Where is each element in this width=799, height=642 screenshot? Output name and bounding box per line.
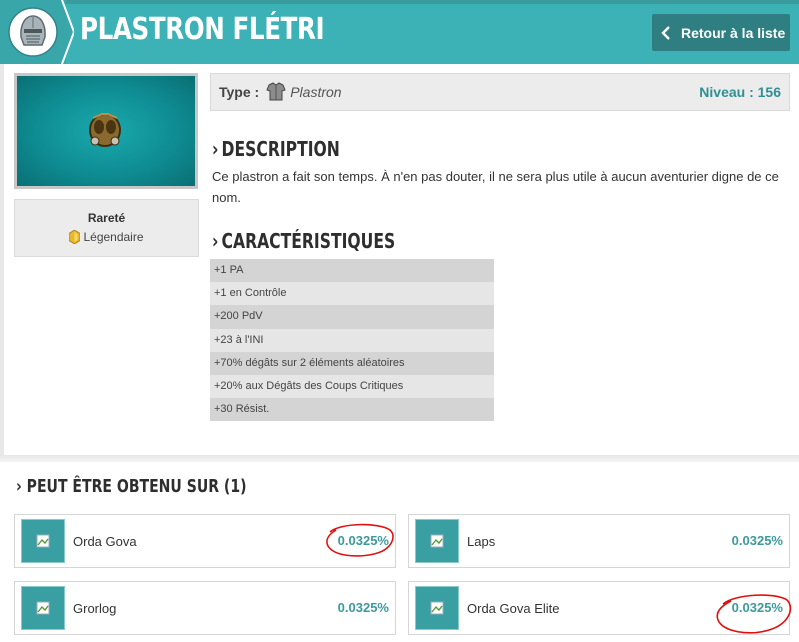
plastron-icon <box>89 113 121 147</box>
chevron-left-icon <box>661 25 670 40</box>
section-arrow-icon: › <box>212 229 219 253</box>
legendary-gem-icon <box>69 230 81 244</box>
drop-card[interactable]: Laps 0.0325% <box>408 514 790 568</box>
section-arrow-icon: › <box>212 137 219 161</box>
back-to-list-button[interactable]: Retour à la liste <box>652 14 790 51</box>
drop-rate: 0.0325% <box>337 600 389 615</box>
broken-image-icon <box>36 534 50 548</box>
type-bar: Type : Plastron Niveau : 156 <box>210 73 790 111</box>
broken-image-icon <box>36 601 50 615</box>
back-button-label: Retour à la liste <box>681 24 786 41</box>
characteristics-list: +1 PA +1 en Contrôle +200 PdV +23 à l'IN… <box>210 259 494 422</box>
drop-rate: 0.0325% <box>337 533 389 548</box>
monster-name[interactable]: Orda Gova <box>73 534 137 549</box>
item-image <box>14 73 198 189</box>
plastron-type-icon <box>266 82 286 101</box>
drop-card[interactable]: Orda Gova Elite 0.0325% <box>408 581 790 635</box>
obtain-heading-label: PEUT ÊTRE OBTENU SUR (1) <box>26 476 247 497</box>
monster-thumbnail[interactable] <box>415 586 459 630</box>
broken-image-icon <box>430 601 444 615</box>
rarity-value-label: Légendaire <box>83 230 144 244</box>
monster-thumbnail[interactable] <box>21 519 65 563</box>
header-chevron-divider <box>60 0 74 64</box>
monster-name[interactable]: Grorlog <box>73 601 116 616</box>
monster-name[interactable]: Laps <box>467 534 495 549</box>
obtain-heading: › PEUT ÊTRE OBTENU SUR (1) <box>16 476 247 497</box>
stat-row: +20% aux Dégâts des Coups Critiques <box>210 374 494 399</box>
description-heading-label: DESCRIPTION <box>221 137 340 161</box>
stat-row: +1 en Contrôle <box>210 282 494 306</box>
characteristics-heading: › CARACTÉRISTIQUES <box>212 229 395 253</box>
broken-image-icon <box>430 534 444 548</box>
monster-thumbnail[interactable] <box>21 586 65 630</box>
rarity-title: Rareté <box>87 211 126 225</box>
left-edge <box>0 64 4 456</box>
drop-card[interactable]: Orda Gova 0.0325% <box>14 514 396 568</box>
section-arrow-icon: › <box>16 476 27 497</box>
stat-row: +70% dégâts sur 2 éléments aléatoires <box>210 351 494 375</box>
stat-row: +23 à l'INI <box>210 328 494 352</box>
rarity-box: Rareté Légendaire <box>14 199 199 257</box>
stat-row: +200 PdV <box>210 305 494 329</box>
header-top-strip <box>0 0 799 4</box>
page-title: PLASTRON FLÉTRI <box>80 12 325 47</box>
drop-rate: 0.0325% <box>731 533 783 548</box>
level-label: Niveau : 156 <box>699 84 781 100</box>
helmet-icon <box>0 0 66 64</box>
type-label: Type : <box>219 84 260 100</box>
type-value: Plastron <box>290 84 342 100</box>
rarity-value: Légendaire <box>15 230 198 244</box>
characteristics-heading-label: CARACTÉRISTIQUES <box>221 229 396 253</box>
stat-row: +30 Résist. <box>210 398 494 422</box>
description-text: Ce plastron a fait son temps. À n'en pas… <box>212 169 779 205</box>
drop-rate: 0.0325% <box>731 600 783 615</box>
description-heading: › DESCRIPTION <box>212 137 340 161</box>
stat-row: +1 PA <box>210 259 494 283</box>
drop-card[interactable]: Grorlog 0.0325% <box>14 581 396 635</box>
monster-name[interactable]: Orda Gova Elite <box>467 601 560 616</box>
section-divider <box>0 455 799 462</box>
monster-thumbnail[interactable] <box>415 519 459 563</box>
